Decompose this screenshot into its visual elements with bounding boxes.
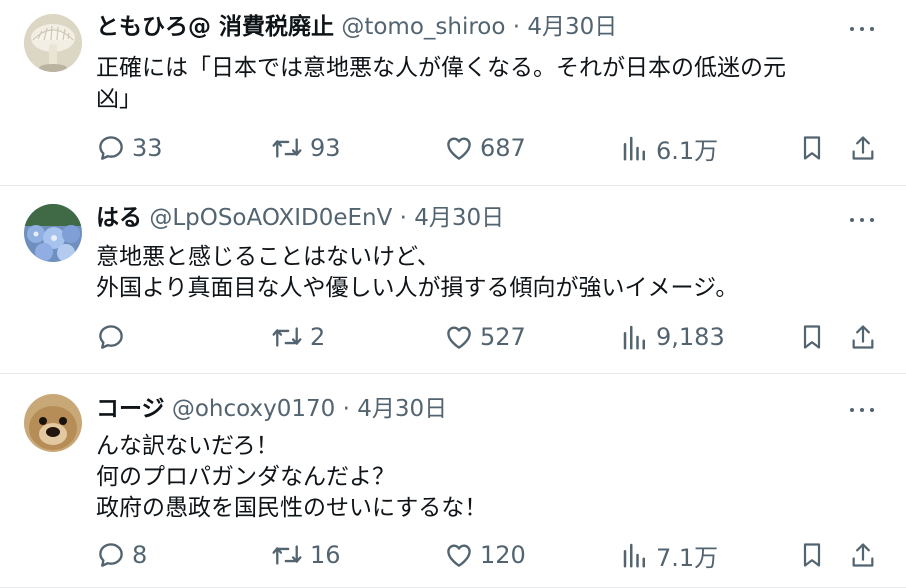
- bookmark-icon: [803, 325, 821, 349]
- views-button[interactable]: 7.1万: [620, 538, 718, 572]
- tweet-header: コージ @ohcoxy0170 · 4月30日: [96, 394, 447, 424]
- reply-count: 33: [132, 134, 163, 162]
- tweet-text-line: 正確には「日本では意地悪な人が偉くなる。それが日本の低迷の元: [96, 55, 786, 81]
- like-button[interactable]: 687: [444, 131, 526, 165]
- share-icon: [852, 325, 874, 349]
- tweet[interactable]: ともひろ@ 消費税廃止 @tomo_shiroo · 4月30日 正確には「日本…: [0, 0, 906, 186]
- display-name[interactable]: コージ: [96, 396, 165, 422]
- tweet-text: 正確には「日本では意地悪な人が偉くなる。それが日本の低迷の元 凶」: [96, 53, 876, 115]
- tweet-text-line: 外国より真面目な人や優しい人が損する傾向が強いイメージ。: [96, 275, 739, 301]
- share-icon: [852, 543, 874, 567]
- repost-button[interactable]: 16: [270, 538, 341, 572]
- reply-icon: [99, 136, 123, 160]
- reply-icon: [99, 543, 123, 567]
- separator: ·: [342, 396, 350, 422]
- bookmark-icon: [803, 543, 821, 567]
- bar-chart-icon: [623, 325, 645, 350]
- bookmark-button[interactable]: [795, 320, 829, 354]
- like-count: 687: [480, 134, 526, 162]
- reply-button[interactable]: 33: [96, 131, 163, 165]
- display-name[interactable]: はる: [96, 205, 142, 231]
- separator: ·: [399, 205, 407, 231]
- timestamp[interactable]: 4月30日: [357, 396, 447, 422]
- tweet-text-line: 何のプロパガンダなんだよ？: [96, 464, 395, 490]
- repost-icon: [272, 545, 302, 565]
- tweet-text: んな訳ないだろ！ 何のプロパガンダなんだよ？ 政府の愚政を国民性のせいにするな！: [96, 431, 876, 524]
- bar-chart-icon: [623, 136, 645, 161]
- more-options-button[interactable]: [848, 205, 876, 235]
- tweet-header: はる @LpOSoAOXID0eEnV · 4月30日: [96, 203, 504, 233]
- repost-icon: [272, 138, 302, 158]
- more-options-button[interactable]: [848, 14, 876, 44]
- share-button[interactable]: [846, 538, 880, 572]
- heart-icon: [447, 326, 471, 349]
- views-button[interactable]: 9,183: [620, 320, 725, 354]
- tweet[interactable]: コージ @ohcoxy0170 · 4月30日 んな訳ないだろ！ 何のプロパガン…: [0, 374, 906, 588]
- action-bar: 33 93 687 6.1万: [96, 131, 882, 165]
- share-icon: [852, 136, 874, 160]
- dog-avatar-image: [24, 394, 82, 452]
- display-name[interactable]: ともひろ@ 消費税廃止: [96, 14, 334, 40]
- like-count: 527: [480, 323, 526, 351]
- reply-button[interactable]: 8: [96, 538, 147, 572]
- repost-icon: [272, 327, 302, 347]
- handle[interactable]: @ohcoxy0170: [172, 396, 335, 422]
- like-count: 120: [480, 541, 526, 569]
- like-button[interactable]: 527: [444, 320, 526, 354]
- views-button[interactable]: 6.1万: [620, 131, 718, 165]
- bookmark-icon: [803, 136, 821, 160]
- action-bar: 2 527 9,183: [96, 320, 882, 354]
- tweet[interactable]: はる @LpOSoAOXID0eEnV · 4月30日 意地悪と感じることはない…: [0, 186, 906, 374]
- tweet-text-line: 凶」: [96, 86, 142, 112]
- avatar[interactable]: [24, 14, 82, 72]
- view-count: 9,183: [656, 323, 725, 351]
- bookmark-button[interactable]: [795, 131, 829, 165]
- heart-icon: [447, 137, 471, 160]
- tweet-text-line: 意地悪と感じることはないけど、: [96, 244, 440, 270]
- separator: ·: [512, 14, 521, 40]
- timestamp[interactable]: 4月30日: [414, 205, 504, 231]
- handle[interactable]: @tomo_shiroo: [341, 14, 505, 40]
- repost-count: 93: [310, 134, 341, 162]
- like-button[interactable]: 120: [444, 538, 526, 572]
- share-button[interactable]: [846, 320, 880, 354]
- mushroom-avatar-image: [24, 14, 82, 72]
- bookmark-button[interactable]: [795, 538, 829, 572]
- tweet-text: 意地悪と感じることはないけど、 外国より真面目な人や優しい人が損する傾向が強いイ…: [96, 242, 876, 304]
- reply-button[interactable]: [96, 320, 132, 354]
- reply-icon: [99, 325, 123, 349]
- bar-chart-icon: [623, 543, 645, 568]
- tweet-header: ともひろ@ 消費税廃止 @tomo_shiroo · 4月30日: [96, 12, 617, 42]
- view-count: 7.1万: [656, 543, 719, 572]
- repost-count: 16: [310, 541, 341, 569]
- repost-count: 2: [310, 323, 326, 351]
- handle[interactable]: @LpOSoAOXID0eEnV: [149, 205, 392, 231]
- hydrangea-avatar-image: [24, 204, 82, 262]
- avatar[interactable]: [24, 394, 82, 452]
- heart-icon: [447, 544, 471, 567]
- action-bar: 8 16 120 7.1万: [96, 538, 882, 572]
- tweet-text-line: 政府の愚政を国民性のせいにするな！: [96, 495, 488, 521]
- share-button[interactable]: [846, 131, 880, 165]
- view-count: 6.1万: [656, 136, 719, 165]
- repost-button[interactable]: 93: [270, 131, 341, 165]
- reply-count: 8: [132, 541, 148, 569]
- avatar[interactable]: [24, 204, 82, 262]
- repost-button[interactable]: 2: [270, 320, 325, 354]
- timestamp[interactable]: 4月30日: [527, 14, 617, 40]
- more-options-button[interactable]: [848, 395, 876, 425]
- tweet-text-line: んな訳ないだろ！: [96, 433, 279, 459]
